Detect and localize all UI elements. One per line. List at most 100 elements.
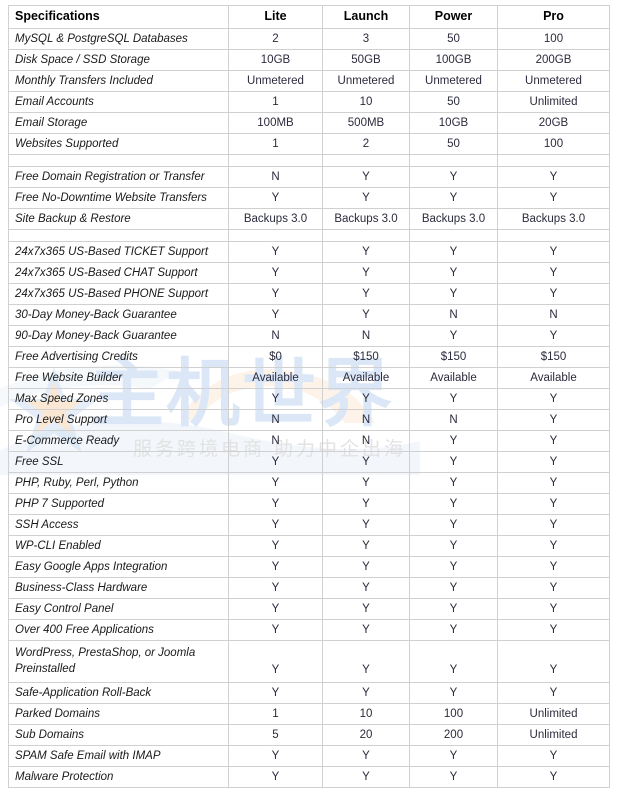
row-value: Y: [409, 262, 498, 284]
table-row: Pro Level Support N N N Y: [8, 409, 610, 431]
row-value: Available: [497, 367, 610, 389]
row-label: Easy Control Panel: [8, 598, 229, 620]
row-value: Y: [228, 556, 323, 578]
row-label: PHP, Ruby, Perl, Python: [8, 472, 229, 494]
row-value: Y: [322, 472, 410, 494]
row-label: SSH Access: [8, 514, 229, 536]
row-value: Y: [497, 535, 610, 557]
table-row: Max Speed Zones Y Y Y Y: [8, 388, 610, 410]
row-value: N: [228, 430, 323, 452]
row-value: 50: [409, 91, 498, 113]
table-row: Parked Domains 1 10 100 Unlimited: [8, 703, 610, 725]
table-row: 24x7x365 US-Based PHONE Support Y Y Y Y: [8, 283, 610, 305]
row-value: Backups 3.0: [497, 208, 610, 230]
table-row: MySQL & PostgreSQL Databases 2 3 50 100: [8, 28, 610, 50]
row-value: Y: [322, 241, 410, 263]
row-label: Free Website Builder: [8, 367, 229, 389]
row-value: Y: [497, 430, 610, 452]
specifications-table-container: Specifications Lite Launch Power Pro MyS…: [8, 5, 610, 788]
row-value: 100GB: [409, 49, 498, 71]
row-value: 100: [497, 133, 610, 155]
row-value: Available: [322, 367, 410, 389]
row-label: Free SSL: [8, 451, 229, 473]
table-row: Free No-Downtime Website Transfers Y Y Y Y: [8, 187, 610, 209]
row-label: Malware Protection: [8, 766, 229, 788]
row-value: Available: [409, 367, 498, 389]
row-label: Easy Google Apps Integration: [8, 556, 229, 578]
row-value: [409, 154, 498, 167]
row-value: N: [228, 409, 323, 431]
row-value: Y: [497, 640, 610, 683]
row-label: E-Commerce Ready: [8, 430, 229, 452]
row-value: $150: [497, 346, 610, 368]
column-header-pro: Pro: [497, 5, 610, 29]
row-value: Y: [228, 745, 323, 767]
table-body: MySQL & PostgreSQL Databases 2 3 50 100 Disk …: [8, 28, 610, 788]
row-value: Y: [497, 514, 610, 536]
row-value: 10GB: [228, 49, 323, 71]
table-row: Monthly Transfers Included Unmetered Unmet…: [8, 70, 610, 92]
row-value: Y: [497, 493, 610, 515]
row-value: Unmetered: [322, 70, 410, 92]
row-value: Backups 3.0: [322, 208, 410, 230]
row-value: Y: [322, 304, 410, 326]
row-value: Unlimited: [497, 724, 610, 746]
table-row: WordPress, PrestaShop, or Joomla Preinst…: [8, 640, 610, 683]
table-row: Sub Domains 5 20 200 Unlimited: [8, 724, 610, 746]
row-label: WordPress, PrestaShop, or Joomla Preinst…: [8, 640, 229, 683]
row-label: PHP 7 Supported: [8, 493, 229, 515]
row-value: Y: [409, 577, 498, 599]
row-value: Y: [409, 241, 498, 263]
row-value: Y: [409, 535, 498, 557]
row-label: SPAM Safe Email with IMAP: [8, 745, 229, 767]
row-label: [8, 154, 229, 167]
row-value: Y: [409, 598, 498, 620]
table-row: Free Advertising Credits $0 $150 $150 $150: [8, 346, 610, 368]
row-value: Backups 3.0: [228, 208, 323, 230]
row-value: Backups 3.0: [409, 208, 498, 230]
row-value: Y: [409, 766, 498, 788]
row-value: 1: [228, 703, 323, 725]
table-header: Specifications Lite Launch Power Pro: [8, 5, 610, 29]
row-value: Y: [497, 451, 610, 473]
row-value: 2: [228, 28, 323, 50]
row-value: Y: [322, 619, 410, 641]
table-row: Business-Class Hardware Y Y Y Y: [8, 577, 610, 599]
row-label: Free Advertising Credits: [8, 346, 229, 368]
table-row: Email Accounts 1 10 50 Unlimited: [8, 91, 610, 113]
row-value: Y: [228, 619, 323, 641]
row-value: Y: [228, 388, 323, 410]
row-value: Y: [228, 640, 323, 683]
row-value: Y: [497, 187, 610, 209]
row-value: $150: [322, 346, 410, 368]
row-label: Email Storage: [8, 112, 229, 134]
row-value: Y: [497, 766, 610, 788]
row-value: Y: [322, 598, 410, 620]
table-row: 90-Day Money-Back Guarantee N N Y Y: [8, 325, 610, 347]
table-row: SPAM Safe Email with IMAP Y Y Y Y: [8, 745, 610, 767]
row-value: Y: [322, 451, 410, 473]
table-spacer-row: [8, 229, 610, 242]
row-value: Y: [228, 535, 323, 557]
row-value: Y: [228, 514, 323, 536]
row-value: Y: [497, 409, 610, 431]
row-value: Y: [228, 682, 323, 704]
row-value: [322, 229, 410, 242]
row-label: Email Accounts: [8, 91, 229, 113]
row-value: Unmetered: [228, 70, 323, 92]
row-value: $0: [228, 346, 323, 368]
row-value: Y: [497, 472, 610, 494]
table-row: WP-CLI Enabled Y Y Y Y: [8, 535, 610, 557]
row-value: Y: [228, 598, 323, 620]
row-value: Y: [409, 166, 498, 188]
specifications-comparison-table: Specifications Lite Launch Power Pro MyS…: [8, 5, 610, 788]
row-label: Monthly Transfers Included: [8, 70, 229, 92]
row-label: Sub Domains: [8, 724, 229, 746]
row-value: 10: [322, 91, 410, 113]
row-value: Y: [409, 388, 498, 410]
row-value: Y: [228, 766, 323, 788]
row-value: Available: [228, 367, 323, 389]
table-row: PHP, Ruby, Perl, Python Y Y Y Y: [8, 472, 610, 494]
row-value: N: [497, 304, 610, 326]
row-value: Unlimited: [497, 91, 610, 113]
